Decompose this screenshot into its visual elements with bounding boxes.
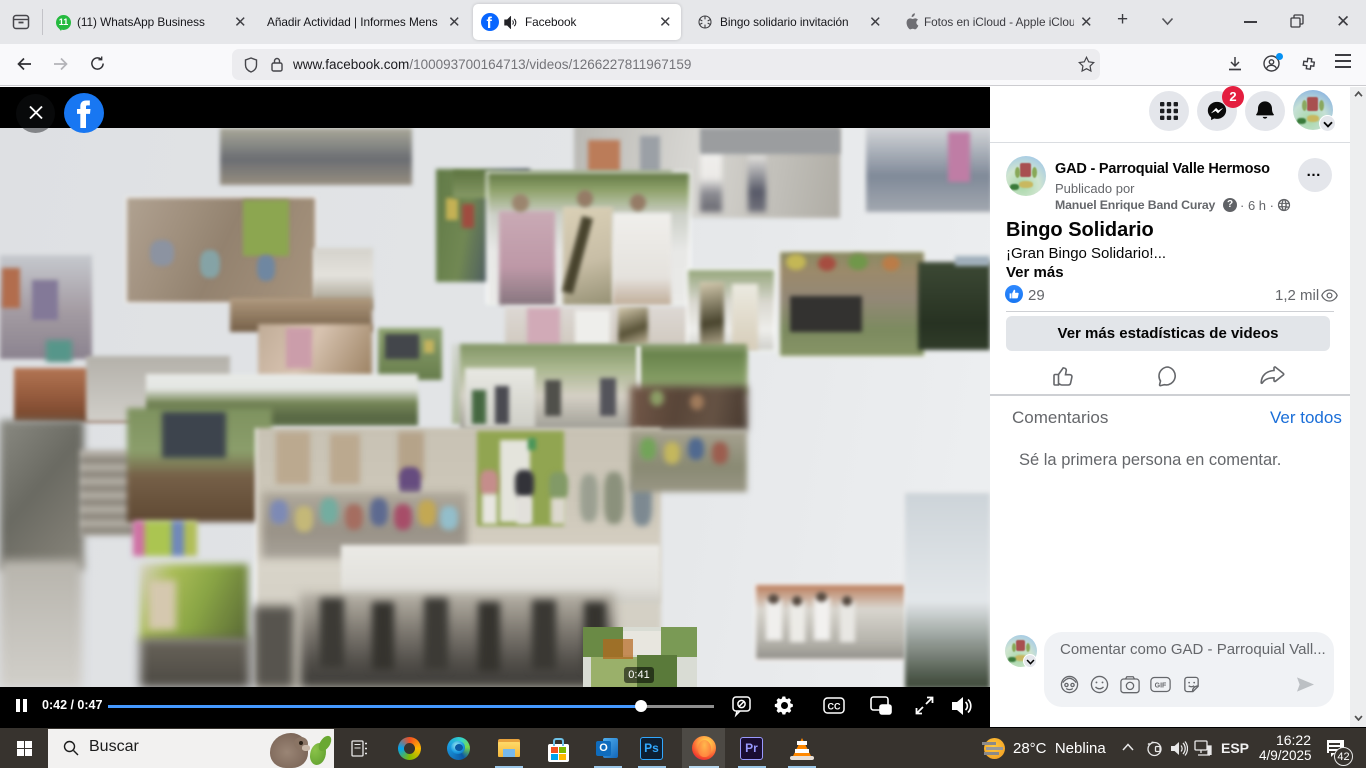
svg-text:GIF: GIF — [1155, 683, 1167, 690]
svg-text:CC: CC — [828, 702, 841, 712]
